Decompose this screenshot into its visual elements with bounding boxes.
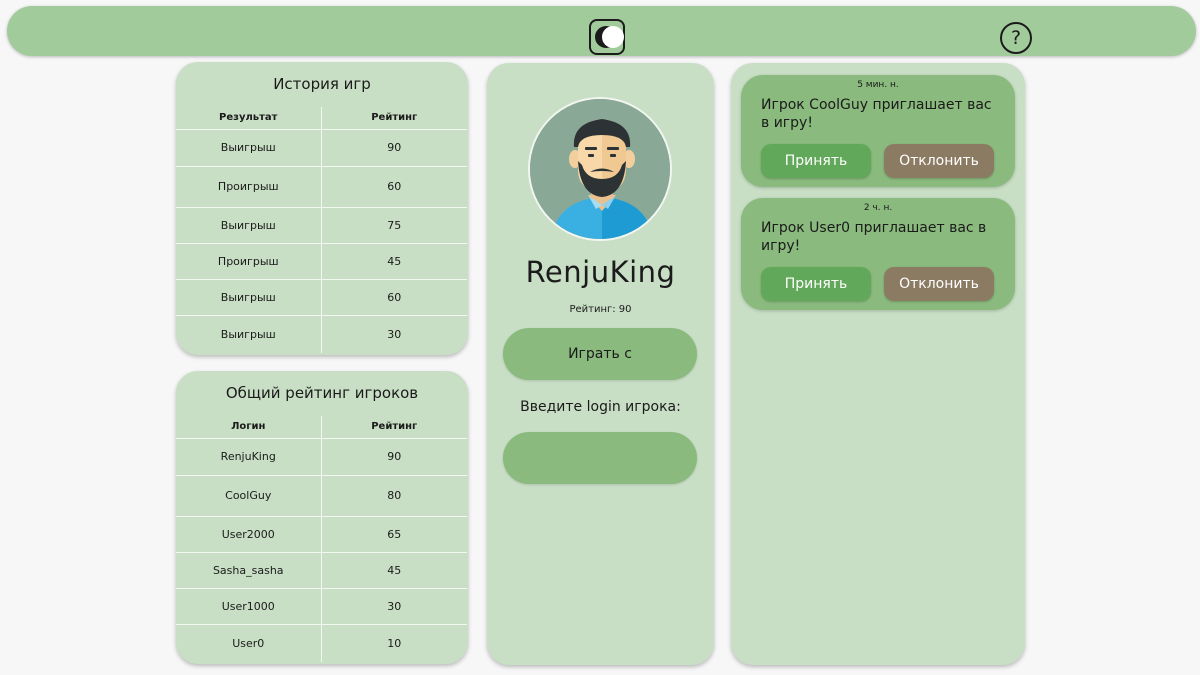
theme-toggle-button[interactable] [589, 19, 625, 55]
accept-button[interactable]: Принять [761, 144, 871, 178]
result-cell: Выигрыш [176, 129, 322, 167]
login-cell: Sasha_sasha [176, 552, 322, 589]
player-login-input[interactable] [503, 432, 697, 484]
help-button[interactable]: ? [1000, 22, 1032, 54]
invitations-panel: 5 мин. н. Игрок CoolGuy приглашает вас в… [731, 63, 1025, 665]
toggle-light-half-icon [602, 26, 624, 48]
table-row: User1000 30 [176, 588, 467, 625]
invitation-card: 2 ч. н. Игрок User0 приглашает вас в игр… [741, 198, 1015, 310]
column-header-login: Логин [176, 416, 322, 439]
help-icon: ? [1010, 27, 1022, 49]
result-cell: Выигрыш [176, 315, 322, 353]
invitation-card: 5 мин. н. Игрок CoolGuy приглашает вас в… [741, 75, 1015, 187]
leaderboard-table: Логин Рейтинг RenjuKing 90 CoolGuy 80 Us… [176, 416, 467, 662]
column-header-rating: Рейтинг [321, 107, 467, 130]
table-row: Выигрыш 30 [176, 315, 467, 353]
table-row: User2000 65 [176, 516, 467, 553]
result-cell: Выигрыш [176, 279, 322, 316]
game-history-title: История игр [273, 75, 371, 93]
column-header-rating: Рейтинг [321, 416, 467, 439]
result-cell: Проигрыш [176, 243, 322, 280]
rating-cell: 90 [321, 438, 467, 476]
table-row: CoolGuy 80 [176, 475, 467, 517]
table-row: Выигрыш 60 [176, 279, 467, 316]
table-row: RenjuKing 90 [176, 438, 467, 476]
table-header-row: Логин Рейтинг [176, 416, 467, 439]
game-history-panel: История игр Результат Рейтинг Выигрыш 90… [176, 62, 468, 355]
login-cell: User2000 [176, 516, 322, 553]
table-row: Выигрыш 75 [176, 207, 467, 244]
table-header-row: Результат Рейтинг [176, 107, 467, 130]
login-cell: User0 [176, 624, 322, 662]
play-with-button[interactable]: Играть с [503, 328, 697, 380]
profile-rating: Рейтинг: 90 [569, 304, 632, 315]
top-bar: ? [7, 6, 1196, 56]
table-row: User0 10 [176, 624, 467, 662]
rating-cell: 80 [321, 475, 467, 517]
rating-cell: 30 [387, 327, 402, 341]
invitation-time: 2 ч. н. [863, 203, 893, 213]
rating-cell: 45 [321, 552, 467, 589]
rating-cell: 60 [321, 166, 467, 208]
rating-cell: 90 [321, 129, 467, 167]
rating-cell: 10 [387, 636, 402, 650]
leaderboard-title: Общий рейтинг игроков [225, 384, 419, 402]
accept-button[interactable]: Принять [761, 267, 871, 301]
invitation-text: Игрок CoolGuy приглашает вас в игру! [761, 97, 992, 131]
invitation-time: 5 мин. н. [857, 80, 899, 90]
profile-panel: RenjuKing Рейтинг: 90 Играть с Введите l… [487, 63, 714, 665]
result-cell: Проигрыш [176, 166, 322, 208]
rating-cell: 30 [321, 588, 467, 625]
table-row: Выигрыш 90 [176, 129, 467, 167]
table-row: Sasha_sasha 45 [176, 552, 467, 589]
rating-cell: 75 [321, 207, 467, 244]
game-history-table: Результат Рейтинг Выигрыш 90 Проигрыш 60… [176, 107, 467, 353]
decline-button[interactable]: Отклонить [884, 267, 994, 301]
leaderboard-panel: Общий рейтинг игроков Логин Рейтинг Renj… [176, 371, 468, 664]
table-row: Проигрыш 60 [176, 166, 467, 208]
result-cell: Выигрыш [176, 207, 322, 244]
rating-cell: 65 [321, 516, 467, 553]
invitation-text: Игрок User0 приглашает вас в игру! [761, 220, 987, 254]
rating-cell: 60 [321, 279, 467, 316]
profile-nickname: RenjuKing [525, 255, 676, 289]
login-cell: CoolGuy [176, 475, 322, 517]
rating-cell: 45 [321, 243, 467, 280]
user-avatar-icon [528, 97, 672, 241]
login-input-label: Введите login игрока: [520, 399, 681, 415]
login-cell: User1000 [176, 588, 322, 625]
table-row: Проигрыш 45 [176, 243, 467, 280]
login-cell: RenjuKing [176, 438, 322, 476]
column-header-result: Результат [176, 107, 322, 130]
decline-button[interactable]: Отклонить [884, 144, 994, 178]
